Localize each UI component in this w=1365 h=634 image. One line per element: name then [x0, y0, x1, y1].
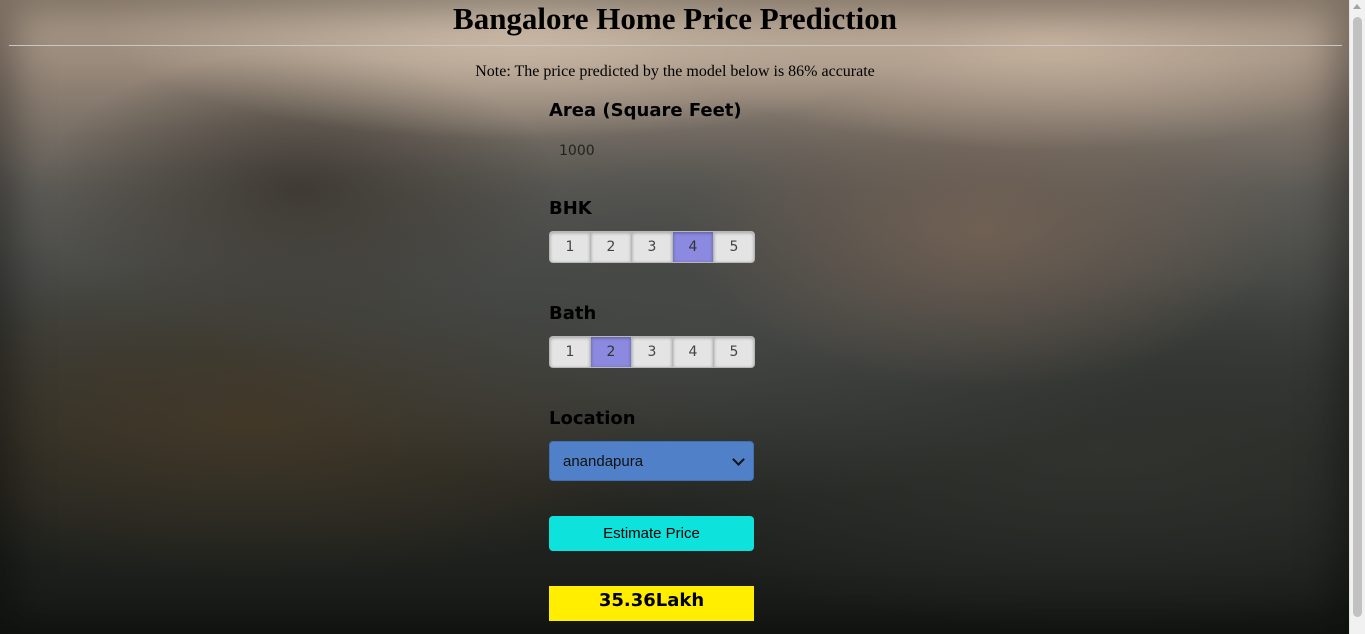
bath-option-3[interactable]: 3: [631, 336, 672, 368]
scrollbar-thumb[interactable]: [1353, 17, 1362, 617]
area-label: Area (Square Feet): [549, 100, 742, 121]
location-selected-value: anandapura: [563, 452, 644, 470]
bath-option-5[interactable]: 5: [713, 336, 755, 368]
bhk-option-2[interactable]: 2: [590, 231, 631, 263]
bhk-options: 1 2 3 4 5: [549, 231, 755, 263]
chevron-down-icon: [732, 452, 745, 466]
location-select[interactable]: anandapura: [549, 441, 754, 481]
bhk-option-1[interactable]: 1: [549, 231, 590, 263]
vertical-scrollbar[interactable]: [1349, 0, 1365, 634]
bhk-option-5[interactable]: 5: [713, 231, 755, 263]
scroll-up-arrow-icon[interactable]: [1353, 4, 1361, 9]
estimated-price-result: 35.36Lakh: [549, 586, 754, 621]
page: Bangalore Home Price Prediction Note: Th…: [0, 0, 1365, 634]
bhk-label: BHK: [549, 198, 592, 219]
accuracy-note: Note: The price predicted by the model b…: [475, 63, 875, 80]
area-input[interactable]: [549, 138, 764, 164]
bath-option-4[interactable]: 4: [672, 336, 713, 368]
bath-label: Bath: [549, 303, 597, 324]
bath-options: 1 2 3 4 5: [549, 336, 755, 368]
bhk-option-4[interactable]: 4: [672, 231, 713, 263]
bath-option-2[interactable]: 2: [590, 336, 631, 368]
location-label: Location: [549, 408, 636, 429]
bhk-option-3[interactable]: 3: [631, 231, 672, 263]
title-divider: [9, 45, 1342, 46]
bath-option-1[interactable]: 1: [549, 336, 590, 368]
page-title: Bangalore Home Price Prediction: [453, 1, 897, 36]
estimate-price-button[interactable]: Estimate Price: [549, 516, 754, 551]
